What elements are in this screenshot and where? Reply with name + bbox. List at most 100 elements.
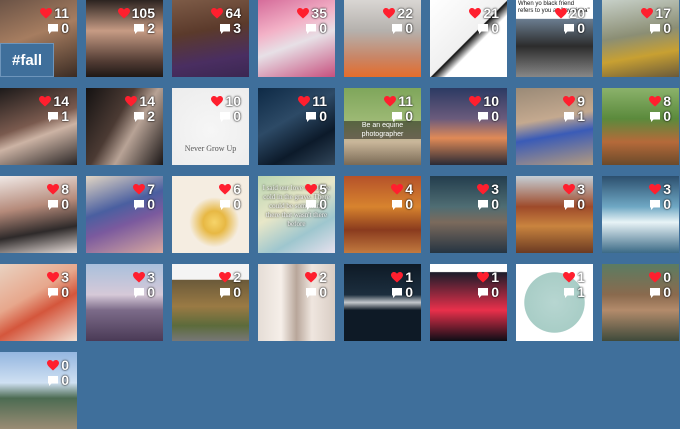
photo-stats: 60 (199, 182, 241, 212)
photo-tile[interactable]: 11 0 (258, 88, 335, 165)
hashtag-label[interactable]: #fall (0, 43, 54, 77)
photo-tile[interactable]: 30 (430, 176, 507, 253)
photo-tile[interactable]: 70 (86, 176, 163, 253)
photo-text: Never Grow Up (184, 144, 237, 153)
like-count: 8 (61, 181, 69, 197)
heart-icon (133, 184, 146, 195)
photo-tile[interactable]: 80 (602, 88, 679, 165)
comment-bubble-icon (134, 199, 145, 210)
photo-stats: 91 (543, 94, 585, 124)
like-count: 11 (398, 93, 413, 109)
photo-tile[interactable]: 60 (172, 176, 249, 253)
comment-count: 0 (491, 20, 499, 36)
photo-tile[interactable]: 17 0 (602, 0, 679, 77)
heart-icon (298, 96, 311, 107)
like-count: 7 (147, 181, 155, 197)
comment-bubble-icon (306, 287, 317, 298)
photo-tile[interactable]: 30 (602, 176, 679, 253)
comment-count: 1 (61, 108, 69, 124)
heart-icon (477, 272, 490, 283)
photo-stats: 10 (457, 270, 499, 300)
comment-bubble-icon (220, 111, 231, 122)
like-count: 11 (312, 93, 327, 109)
heart-icon (469, 8, 482, 19)
comment-bubble-icon (134, 23, 145, 34)
heart-icon (391, 184, 404, 195)
comment-count: 0 (663, 196, 671, 212)
like-count: 10 (225, 93, 241, 109)
comment-bubble-icon (220, 287, 231, 298)
photo-tile[interactable]: 80 (0, 176, 77, 253)
photo-tile[interactable]: 105 2 (86, 0, 163, 77)
photo-tile[interactable]: 64 3 (172, 0, 249, 77)
photo-tile[interactable]: I said our love would be cold in the gra… (258, 176, 335, 253)
photo-tile[interactable]: 30 (516, 176, 593, 253)
photo-tile[interactable]: 40 (344, 176, 421, 253)
like-count: 2 (233, 269, 241, 285)
comment-count: 0 (233, 284, 241, 300)
comment-bubble-icon (650, 199, 661, 210)
photo-tile[interactable]: 30 (86, 264, 163, 341)
heart-icon (563, 96, 576, 107)
photo-tile[interactable]: 91 (516, 88, 593, 165)
like-count: 8 (663, 93, 671, 109)
photo-tile[interactable]: 10 (344, 264, 421, 341)
like-count: 0 (663, 269, 671, 285)
heart-icon (211, 8, 224, 19)
photo-tile[interactable]: 10 0 (430, 88, 507, 165)
comment-count: 0 (319, 284, 327, 300)
comment-count: 0 (663, 20, 671, 36)
photo-stats: 30 (113, 270, 155, 300)
photo-tile[interactable]: Never Grow Up 10 0 (172, 88, 249, 165)
comment-bubble-icon (306, 111, 317, 122)
photo-tile[interactable]: When yo black friend refers to you as "m… (516, 0, 593, 77)
photo-tile[interactable]: 35 0 (258, 0, 335, 77)
comment-count: 0 (491, 284, 499, 300)
photo-tile[interactable]: 20 (258, 264, 335, 341)
comment-count: 0 (61, 372, 69, 388)
like-count: 10 (483, 93, 499, 109)
comment-bubble-icon (220, 199, 231, 210)
photo-stats: 17 0 (629, 6, 671, 36)
like-count: 3 (147, 269, 155, 285)
like-count: 3 (663, 181, 671, 197)
comment-bubble-icon (306, 23, 317, 34)
heart-icon (649, 184, 662, 195)
photo-tile[interactable]: 30 (0, 264, 77, 341)
comment-count: 0 (663, 108, 671, 124)
heart-icon (219, 184, 232, 195)
comment-count: 1 (577, 284, 585, 300)
photo-tile[interactable]: 22 0 (344, 0, 421, 77)
heart-icon (39, 96, 52, 107)
photo-stats: 11 0 (285, 94, 327, 124)
comment-count: 1 (577, 108, 585, 124)
photo-stats: 64 3 (199, 6, 241, 36)
photo-tile[interactable]: Be an equine photographer 11 0 (344, 88, 421, 165)
photo-tile[interactable]: 14 2 (86, 88, 163, 165)
photo-tile[interactable]: 11 (516, 264, 593, 341)
comment-bubble-icon (650, 23, 661, 34)
photo-stats: 11 0 (27, 6, 69, 36)
photo-grid: 11 0 105 2 64 3 35 0 22 0 21 0 When yo black friend … (0, 0, 680, 429)
photo-tile[interactable]: 21 0 (430, 0, 507, 77)
comment-count: 2 (147, 20, 155, 36)
photo-tile[interactable]: 10 (430, 264, 507, 341)
like-count: 35 (311, 5, 327, 21)
like-count: 105 (131, 5, 155, 21)
comment-bubble-icon (478, 287, 489, 298)
like-count: 5 (319, 181, 327, 197)
like-count: 6 (233, 181, 241, 197)
photo-tile[interactable]: 00 (602, 264, 679, 341)
photo-tile[interactable]: 20 (172, 264, 249, 341)
photo-tile[interactable]: 14 1 (0, 88, 77, 165)
photo-stats: 14 1 (27, 94, 69, 124)
photo-tile[interactable]: 00 (0, 352, 77, 429)
comment-count: 0 (147, 196, 155, 212)
photo-stats: 80 (27, 182, 69, 212)
heart-icon (47, 360, 60, 371)
comment-count: 0 (577, 20, 585, 36)
comment-count: 0 (61, 20, 69, 36)
comment-bubble-icon (392, 287, 403, 298)
comment-bubble-icon (392, 23, 403, 34)
heart-icon (297, 8, 310, 19)
